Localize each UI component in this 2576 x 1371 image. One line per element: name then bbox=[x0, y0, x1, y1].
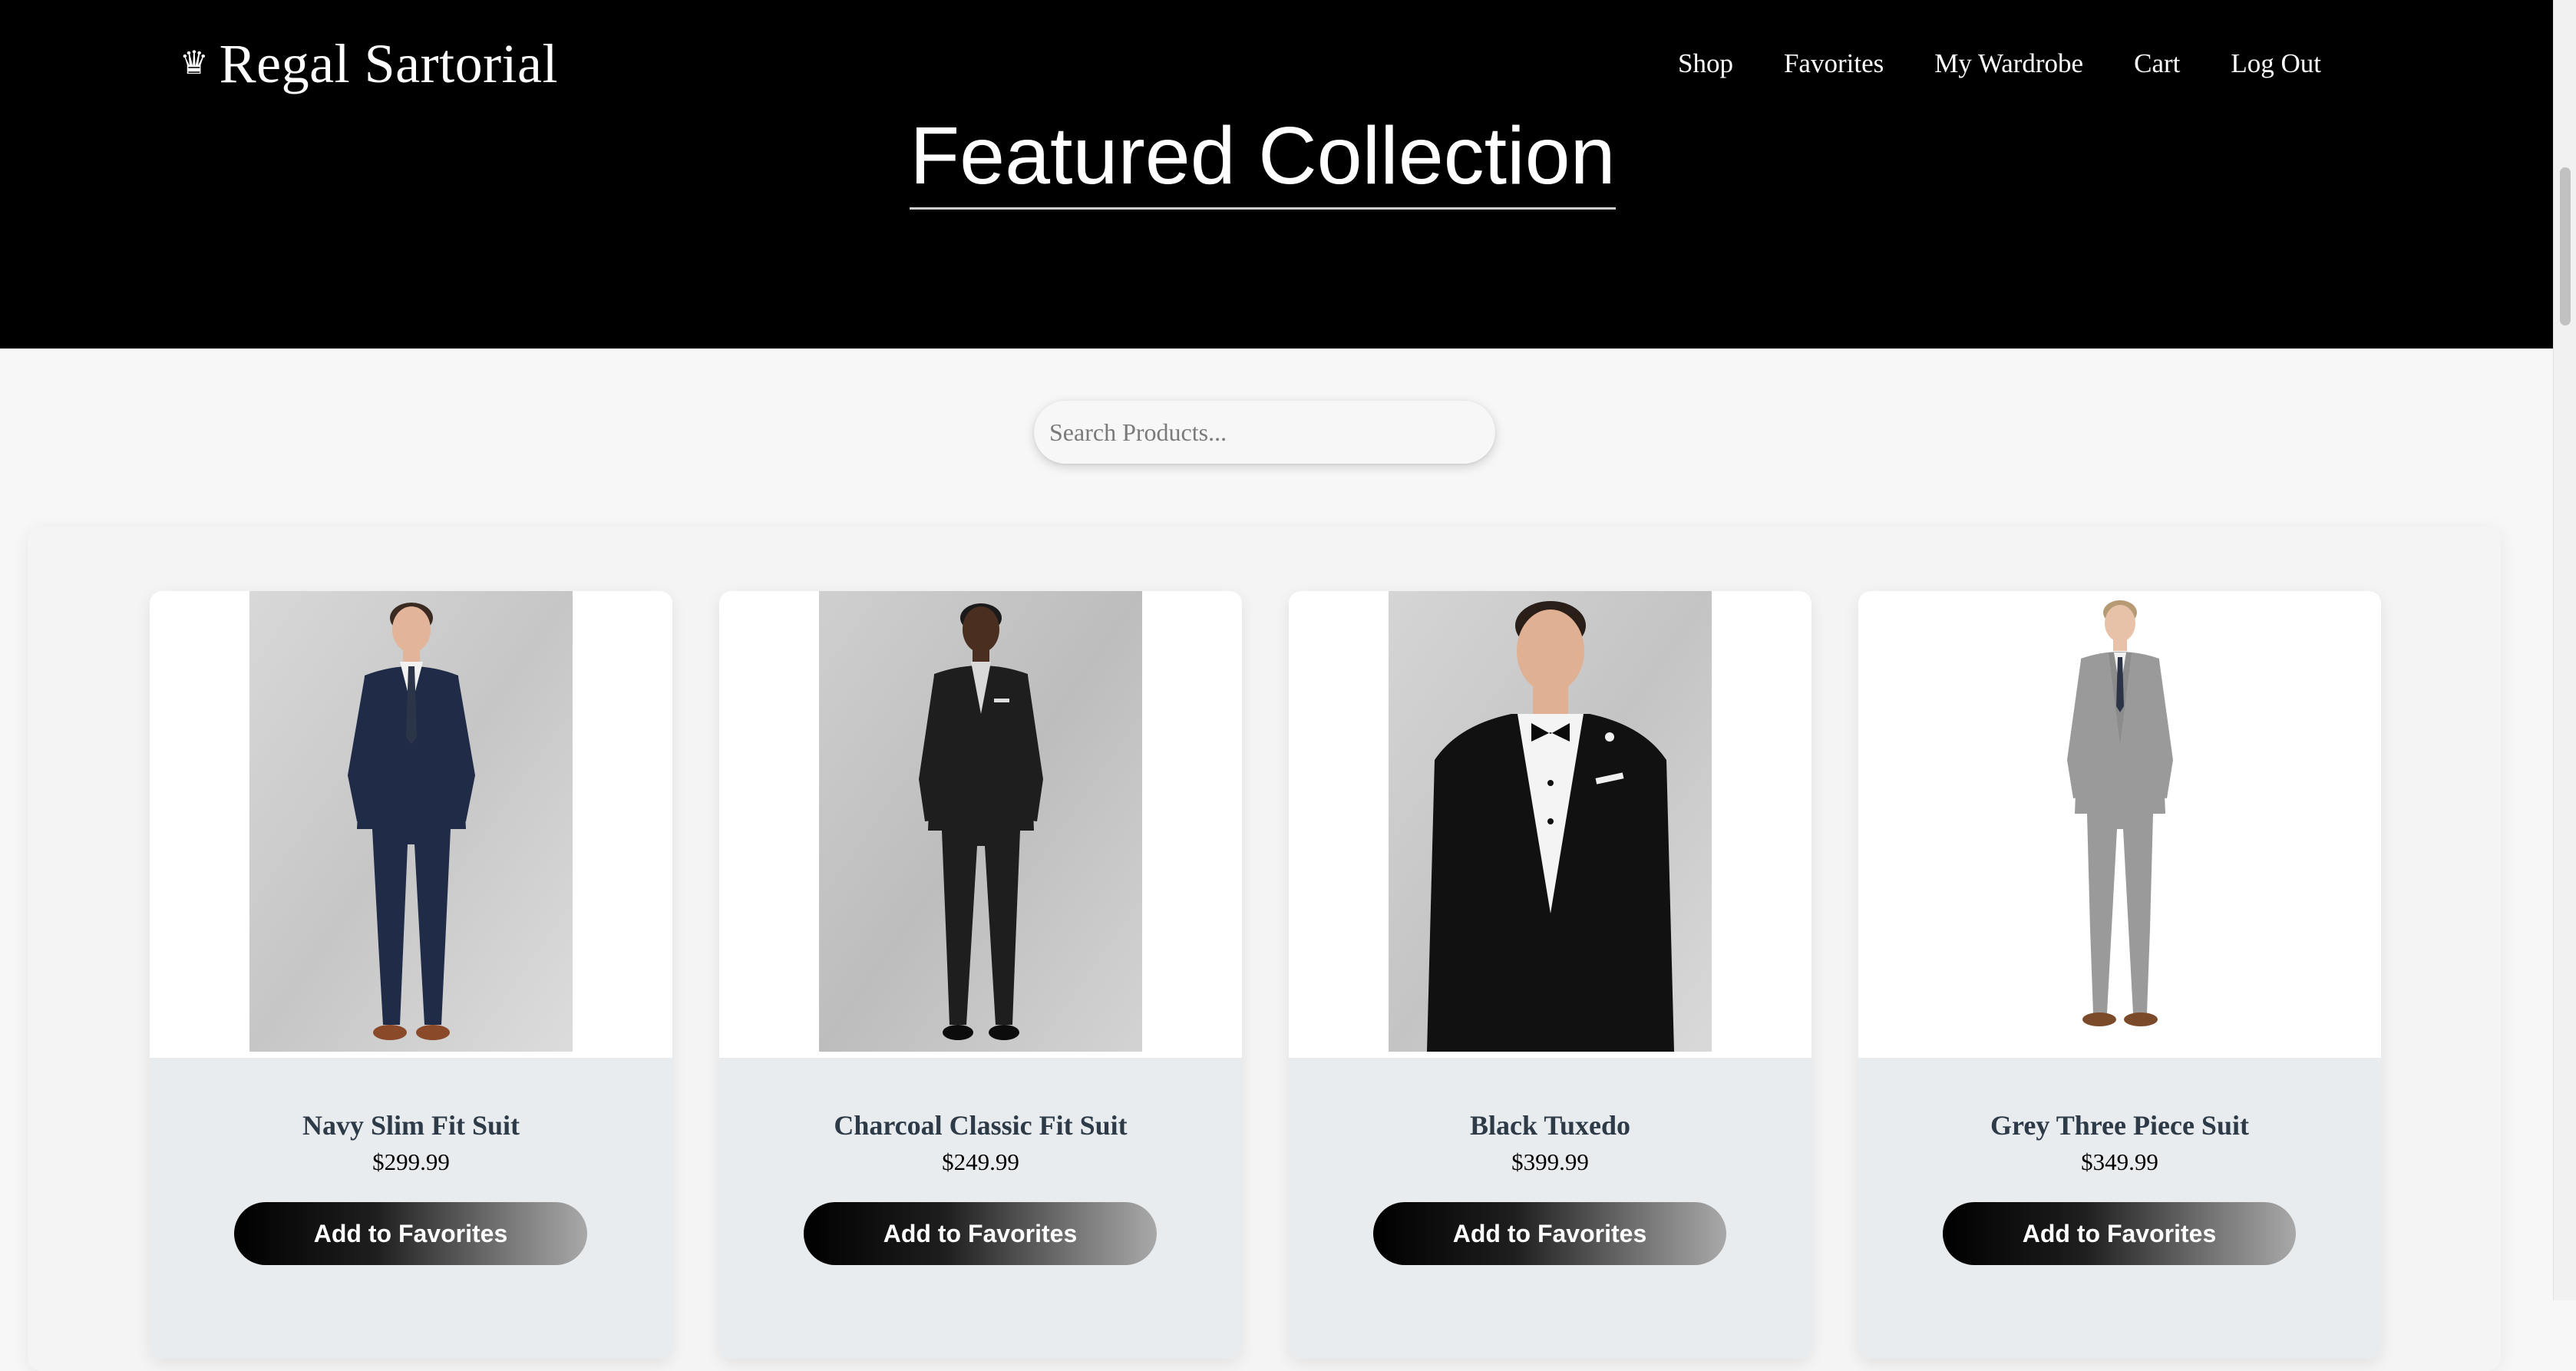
brand-logo[interactable]: ♛ Regal Sartorial bbox=[180, 29, 558, 98]
nav-favorites[interactable]: Favorites bbox=[1784, 45, 1884, 83]
add-to-favorites-button[interactable]: Add to Favorites bbox=[234, 1202, 587, 1265]
product-image bbox=[819, 591, 1142, 1052]
product-price: $299.99 bbox=[372, 1148, 450, 1175]
product-image bbox=[249, 591, 573, 1052]
product-image bbox=[1389, 591, 1712, 1052]
hero: Featured Collection bbox=[0, 107, 2525, 210]
nav-my-wardrobe[interactable]: My Wardrobe bbox=[1934, 45, 2083, 83]
nav-cart[interactable]: Cart bbox=[2134, 45, 2180, 83]
add-to-favorites-button[interactable]: Add to Favorites bbox=[1943, 1202, 2296, 1265]
product-image bbox=[1958, 591, 2281, 1052]
site-header: ♛ Regal Sartorial Shop Favorites My Ward… bbox=[0, 0, 2553, 349]
product-name: Black Tuxedo bbox=[1469, 1110, 1631, 1141]
search-input[interactable] bbox=[1034, 401, 1495, 464]
add-to-favorites-button[interactable]: Add to Favorites bbox=[1373, 1202, 1726, 1265]
page-title: Featured Collection bbox=[910, 107, 1616, 210]
nav-shop[interactable]: Shop bbox=[1678, 45, 1733, 83]
main-nav: Shop Favorites My Wardrobe Cart Log Out bbox=[1678, 45, 2321, 83]
product-name: Grey Three Piece Suit bbox=[1990, 1110, 2249, 1141]
add-to-favorites-button[interactable]: Add to Favorites bbox=[804, 1202, 1157, 1265]
product-price: $349.99 bbox=[2081, 1148, 2158, 1175]
crown-icon: ♛ bbox=[180, 46, 209, 81]
nav-log-out[interactable]: Log Out bbox=[2231, 45, 2321, 83]
product-name: Navy Slim Fit Suit bbox=[302, 1110, 520, 1141]
scrollbar-thumb[interactable] bbox=[2560, 167, 2571, 325]
product-price: $249.99 bbox=[942, 1148, 1019, 1175]
product-price: $399.99 bbox=[1511, 1148, 1589, 1175]
product-name: Charcoal Classic Fit Suit bbox=[834, 1110, 1128, 1141]
brand-name: Regal Sartorial bbox=[219, 33, 559, 94]
